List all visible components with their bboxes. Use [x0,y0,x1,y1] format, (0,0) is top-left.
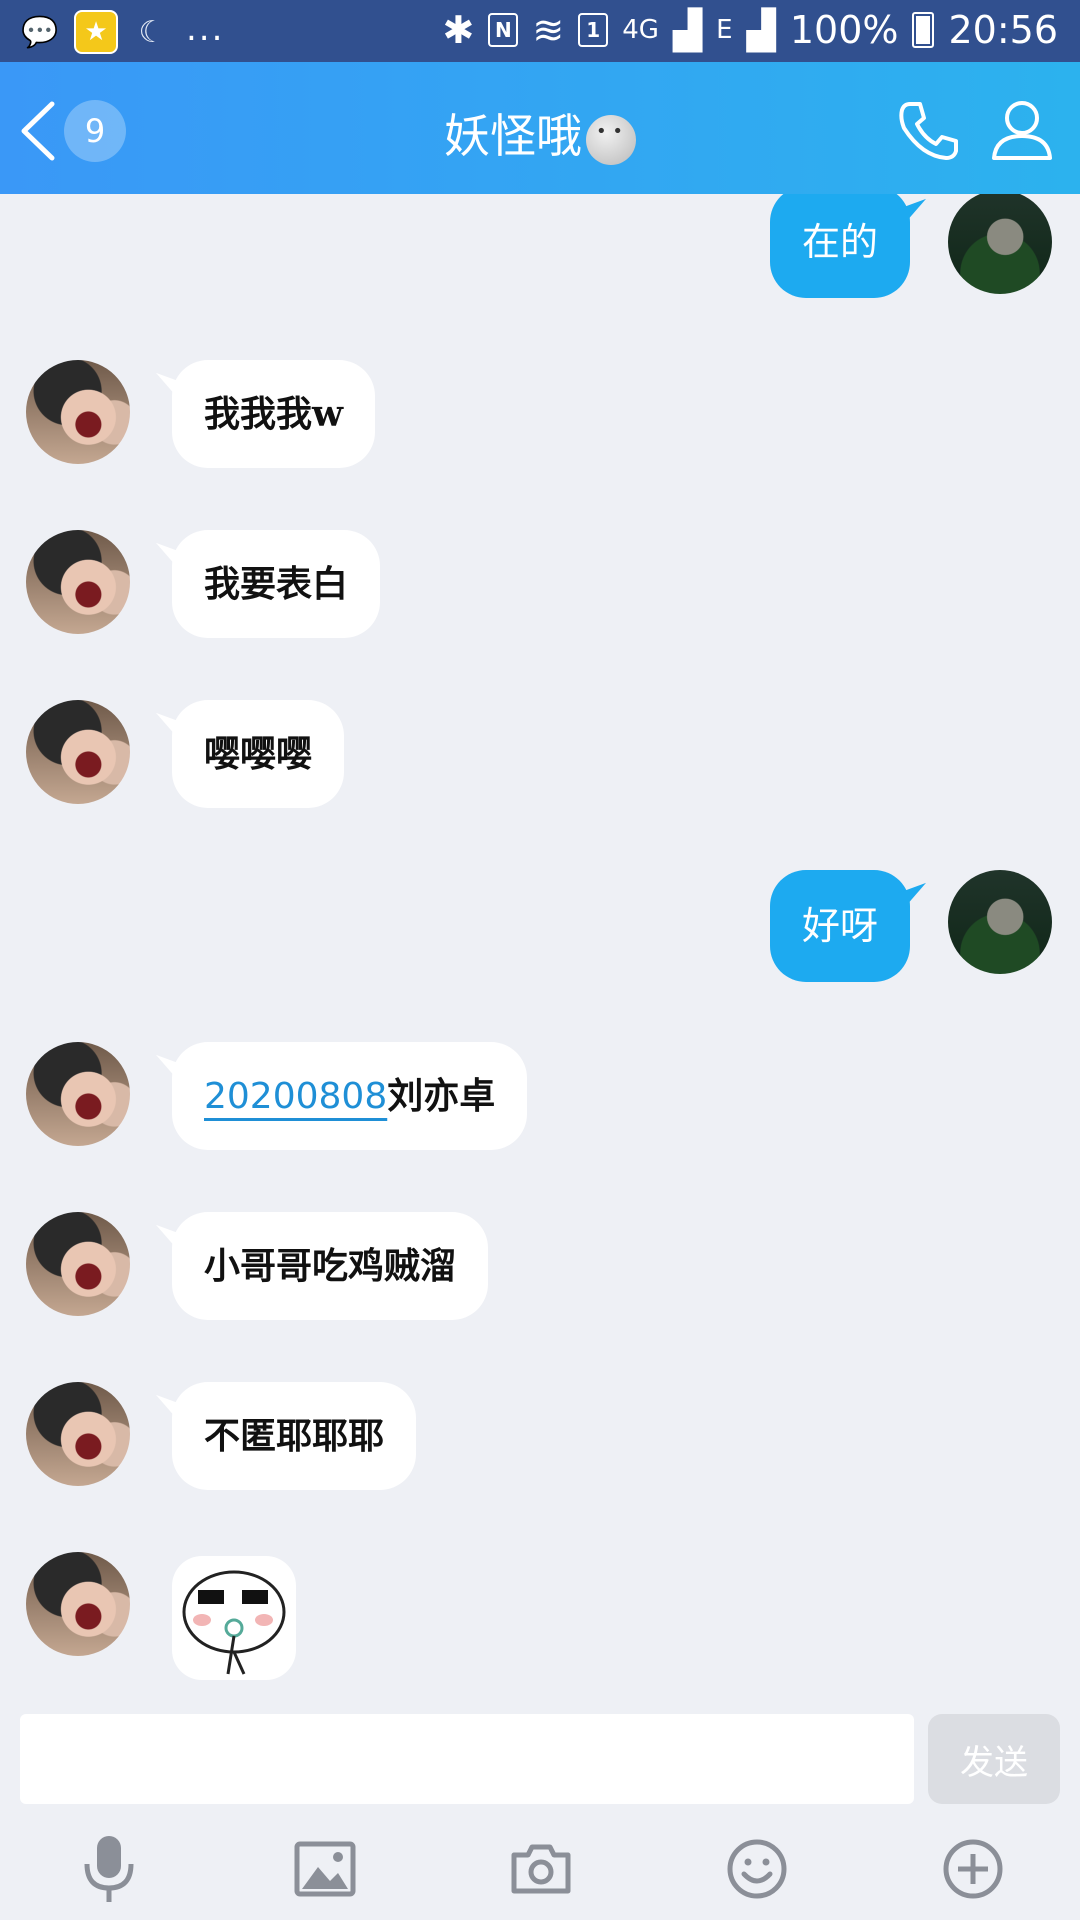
emoji-icon [727,1839,787,1899]
moon-app-icon: ☾ [138,14,166,50]
friend-avatar[interactable] [26,700,130,804]
wifi-icon: ≋ [532,8,565,52]
status-bar: 💬 ★ ☾ ... ✱ N ≋ 1 4G ▟ E ▟ 100% 20:56 [0,0,1080,62]
more-notifications: ... [186,9,225,49]
nfc-icon: N [488,13,519,47]
battery-icon [912,12,935,48]
contact-profile-icon[interactable] [990,96,1054,162]
input-bar: 发送 [0,1714,1080,1920]
friend-avatar[interactable] [26,360,130,464]
message-text: 刘亦卓 [387,1075,496,1117]
friend-avatar[interactable] [26,1042,130,1146]
signal-icon-2: ▟ [746,8,776,52]
message-list[interactable]: 在的 我我我w 我要表白 嘤嘤嘤 好呀 20200808刘亦卓 小哥哥吃鸡贼溜 … [0,194,1080,1714]
friend-message-bubble[interactable]: 我要表白 [172,530,381,638]
chat-header: 9 妖怪哦 [0,62,1080,194]
send-button[interactable]: 发送 [928,1714,1060,1804]
sticker-message[interactable] [172,1556,296,1680]
image-icon [294,1841,356,1897]
message-input[interactable] [20,1714,914,1804]
moon-face-emoji-icon [586,114,636,165]
plus-icon [943,1839,1003,1899]
contact-name: 妖怪哦 [444,109,582,163]
more-button[interactable] [938,1834,1008,1904]
clock: 20:56 [948,8,1058,52]
friend-message-bubble[interactable]: 小哥哥吃鸡贼溜 [172,1212,489,1320]
network-type: 4G [622,15,659,45]
friend-message-bubble[interactable]: 嘤嘤嘤 [172,700,345,808]
camera-icon [511,1844,571,1894]
my-avatar[interactable] [948,870,1052,974]
bluetooth-icon: ✱ [442,8,475,52]
friend-avatar[interactable] [26,1382,130,1486]
my-message-bubble[interactable]: 好呀 [769,870,910,982]
network-e: E [716,15,733,45]
sim-badge: 1 [578,13,609,47]
friend-message-bubble[interactable]: 20200808刘亦卓 [172,1042,528,1150]
microphone-icon [84,1836,134,1902]
my-avatar[interactable] [948,194,1052,294]
cartoon-face-sticker-icon [182,1570,286,1675]
phone-number-link[interactable]: 20200808 [204,1076,387,1117]
battery-percent: 100% [789,8,899,52]
phone-icon[interactable] [896,98,960,164]
emoji-button[interactable] [722,1834,792,1904]
my-message-bubble[interactable]: 在的 [769,194,910,298]
image-button[interactable] [290,1834,360,1904]
signal-icon: ▟ [672,8,703,52]
friend-message-bubble[interactable]: 我我我w [172,360,375,468]
friend-avatar[interactable] [26,530,130,634]
voice-button[interactable] [74,1834,144,1904]
star-icon: ★ [74,10,118,54]
friend-message-bubble[interactable]: 不匿耶耶耶 [172,1382,417,1490]
wechat-icon: 💬 [21,14,59,50]
camera-button[interactable] [506,1834,576,1904]
friend-avatar[interactable] [26,1552,130,1656]
friend-avatar[interactable] [26,1212,130,1316]
